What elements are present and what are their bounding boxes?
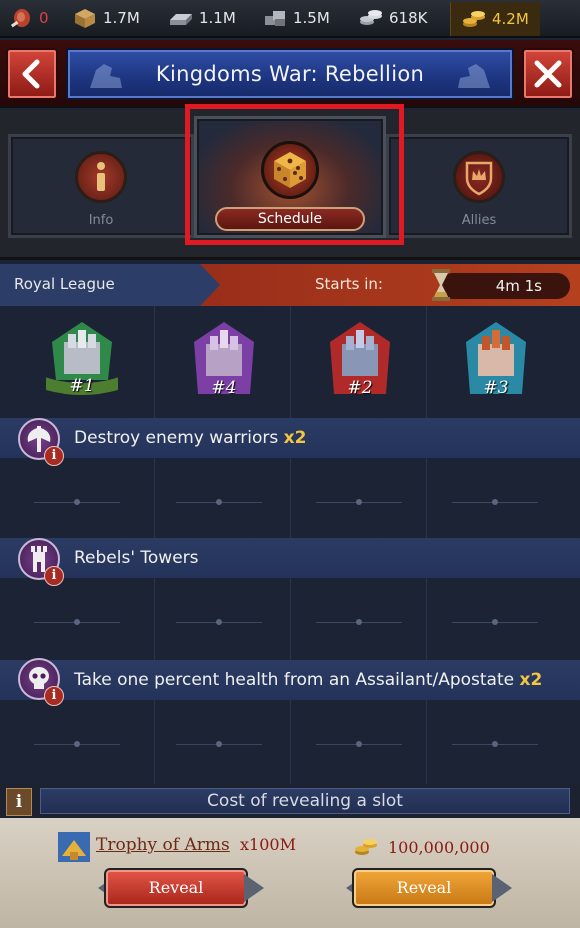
slot-dot xyxy=(356,499,362,505)
title-bar: Kingdoms War: Rebellion xyxy=(0,40,580,108)
tab-allies[interactable]: Allies xyxy=(386,134,572,238)
slot-dot xyxy=(492,741,498,747)
league-name: Royal League xyxy=(14,275,115,293)
close-button[interactable] xyxy=(522,48,574,100)
task-row: Destroy enemy warriors x2 xyxy=(0,418,580,458)
gold-value: 4.2M xyxy=(492,10,529,28)
schedule-grid: #1 #4 #2 #3 Destroy enemy warriors x2 i … xyxy=(0,306,580,784)
slot-dot xyxy=(492,619,498,625)
task-text: Destroy enemy warriors x2 xyxy=(74,428,307,448)
slot-dot xyxy=(216,619,222,625)
wood-icon xyxy=(75,9,95,28)
castle-rank-3[interactable]: #3 xyxy=(460,320,532,402)
slot-dot xyxy=(74,741,80,747)
castle-rank-label: #3 xyxy=(483,378,509,398)
hourglass-icon xyxy=(432,269,450,301)
task-info-button[interactable]: i xyxy=(44,566,64,586)
castle-rank-label: #1 xyxy=(69,376,95,396)
slot-dot xyxy=(356,619,362,625)
league-bar: Royal League Starts in: 4m 1s xyxy=(0,264,580,306)
stone-value: 1.5M xyxy=(293,9,330,27)
trophy-of-arms-link[interactable]: Trophy of Arms xyxy=(96,835,230,855)
chevron-left-icon xyxy=(22,59,40,89)
task-row: Take one percent health from an Assailan… xyxy=(0,660,580,700)
castle-rank-label: #4 xyxy=(211,378,237,398)
lion-emblem-icon xyxy=(458,64,490,88)
food-resource[interactable]: 0 xyxy=(0,0,68,37)
slot-dot xyxy=(74,499,80,505)
slot-dot xyxy=(74,619,80,625)
title-banner: Kingdoms War: Rebellion xyxy=(66,48,514,100)
tab-info-label: Info xyxy=(88,213,114,228)
silver-coins-icon xyxy=(360,10,382,25)
gold-resource[interactable]: 4.2M xyxy=(450,2,540,36)
tab-allies-label: Allies xyxy=(461,213,497,228)
task-text: Take one percent health from an Assailan… xyxy=(74,670,543,690)
iron-icon xyxy=(170,14,192,25)
lion-emblem-icon xyxy=(90,64,122,88)
task-multiplier: x2 xyxy=(519,670,543,690)
wood-value: 1.7M xyxy=(103,9,140,27)
cost-header: i Cost of revealing a slot xyxy=(0,784,580,818)
meat-icon xyxy=(10,9,30,28)
castle-rank-1[interactable]: #1 xyxy=(42,320,122,402)
cost-title: Cost of revealing a slot xyxy=(40,788,570,814)
button-wing-decoration xyxy=(492,874,512,902)
countdown-timer: 4m 1s xyxy=(495,277,542,295)
trophy-of-arms-icon xyxy=(58,832,90,862)
stone-resource[interactable]: 1.5M xyxy=(262,0,358,37)
resource-bar: 0 1.7M 1.1M 1.5M 618K 4.2M xyxy=(0,0,580,38)
slot-dot xyxy=(216,741,222,747)
reveal-with-gold-button[interactable]: Reveal xyxy=(352,868,496,908)
castle-rank-label: #2 xyxy=(347,378,373,398)
selection-highlight xyxy=(185,104,404,245)
task-multiplier: x2 xyxy=(283,428,307,448)
gold-cost: 100,000,000 xyxy=(388,838,490,857)
button-wing-decoration xyxy=(244,874,264,902)
cost-panel: Trophy of Arms x100M 100,000,000 Reveal … xyxy=(0,818,580,928)
task-row: Rebels' Towers xyxy=(0,538,580,578)
gold-coins-icon xyxy=(463,11,485,27)
silver-value: 618K xyxy=(389,9,428,27)
food-value: 0 xyxy=(39,9,49,27)
crown-shield-icon xyxy=(453,151,505,203)
silver-resource[interactable]: 618K xyxy=(358,0,450,37)
timer-pill: 4m 1s xyxy=(440,273,570,299)
iron-value: 1.1M xyxy=(199,9,236,27)
cost-info-button[interactable]: i xyxy=(6,788,32,816)
task-info-button[interactable]: i xyxy=(44,686,64,706)
back-button[interactable] xyxy=(6,48,58,100)
close-icon xyxy=(534,60,562,88)
wood-resource[interactable]: 1.7M xyxy=(68,0,168,37)
slot-dot xyxy=(216,499,222,505)
gold-coins-icon xyxy=(355,839,377,855)
castle-rank-4[interactable]: #4 xyxy=(188,320,260,402)
task-text: Rebels' Towers xyxy=(74,548,199,568)
slot-dot xyxy=(492,499,498,505)
page-title: Kingdoms War: Rebellion xyxy=(155,62,425,86)
reveal-with-trophy-button[interactable]: Reveal xyxy=(104,868,248,908)
info-icon xyxy=(75,151,127,203)
slot-dot xyxy=(356,741,362,747)
starts-in-label: Starts in: xyxy=(315,275,383,293)
tab-info[interactable]: Info xyxy=(8,134,194,238)
task-info-button[interactable]: i xyxy=(44,446,64,466)
iron-resource[interactable]: 1.1M xyxy=(168,0,262,37)
stone-icon xyxy=(265,11,285,26)
trophy-quantity: x100M xyxy=(240,835,296,854)
castle-rank-2[interactable]: #2 xyxy=(324,320,396,402)
